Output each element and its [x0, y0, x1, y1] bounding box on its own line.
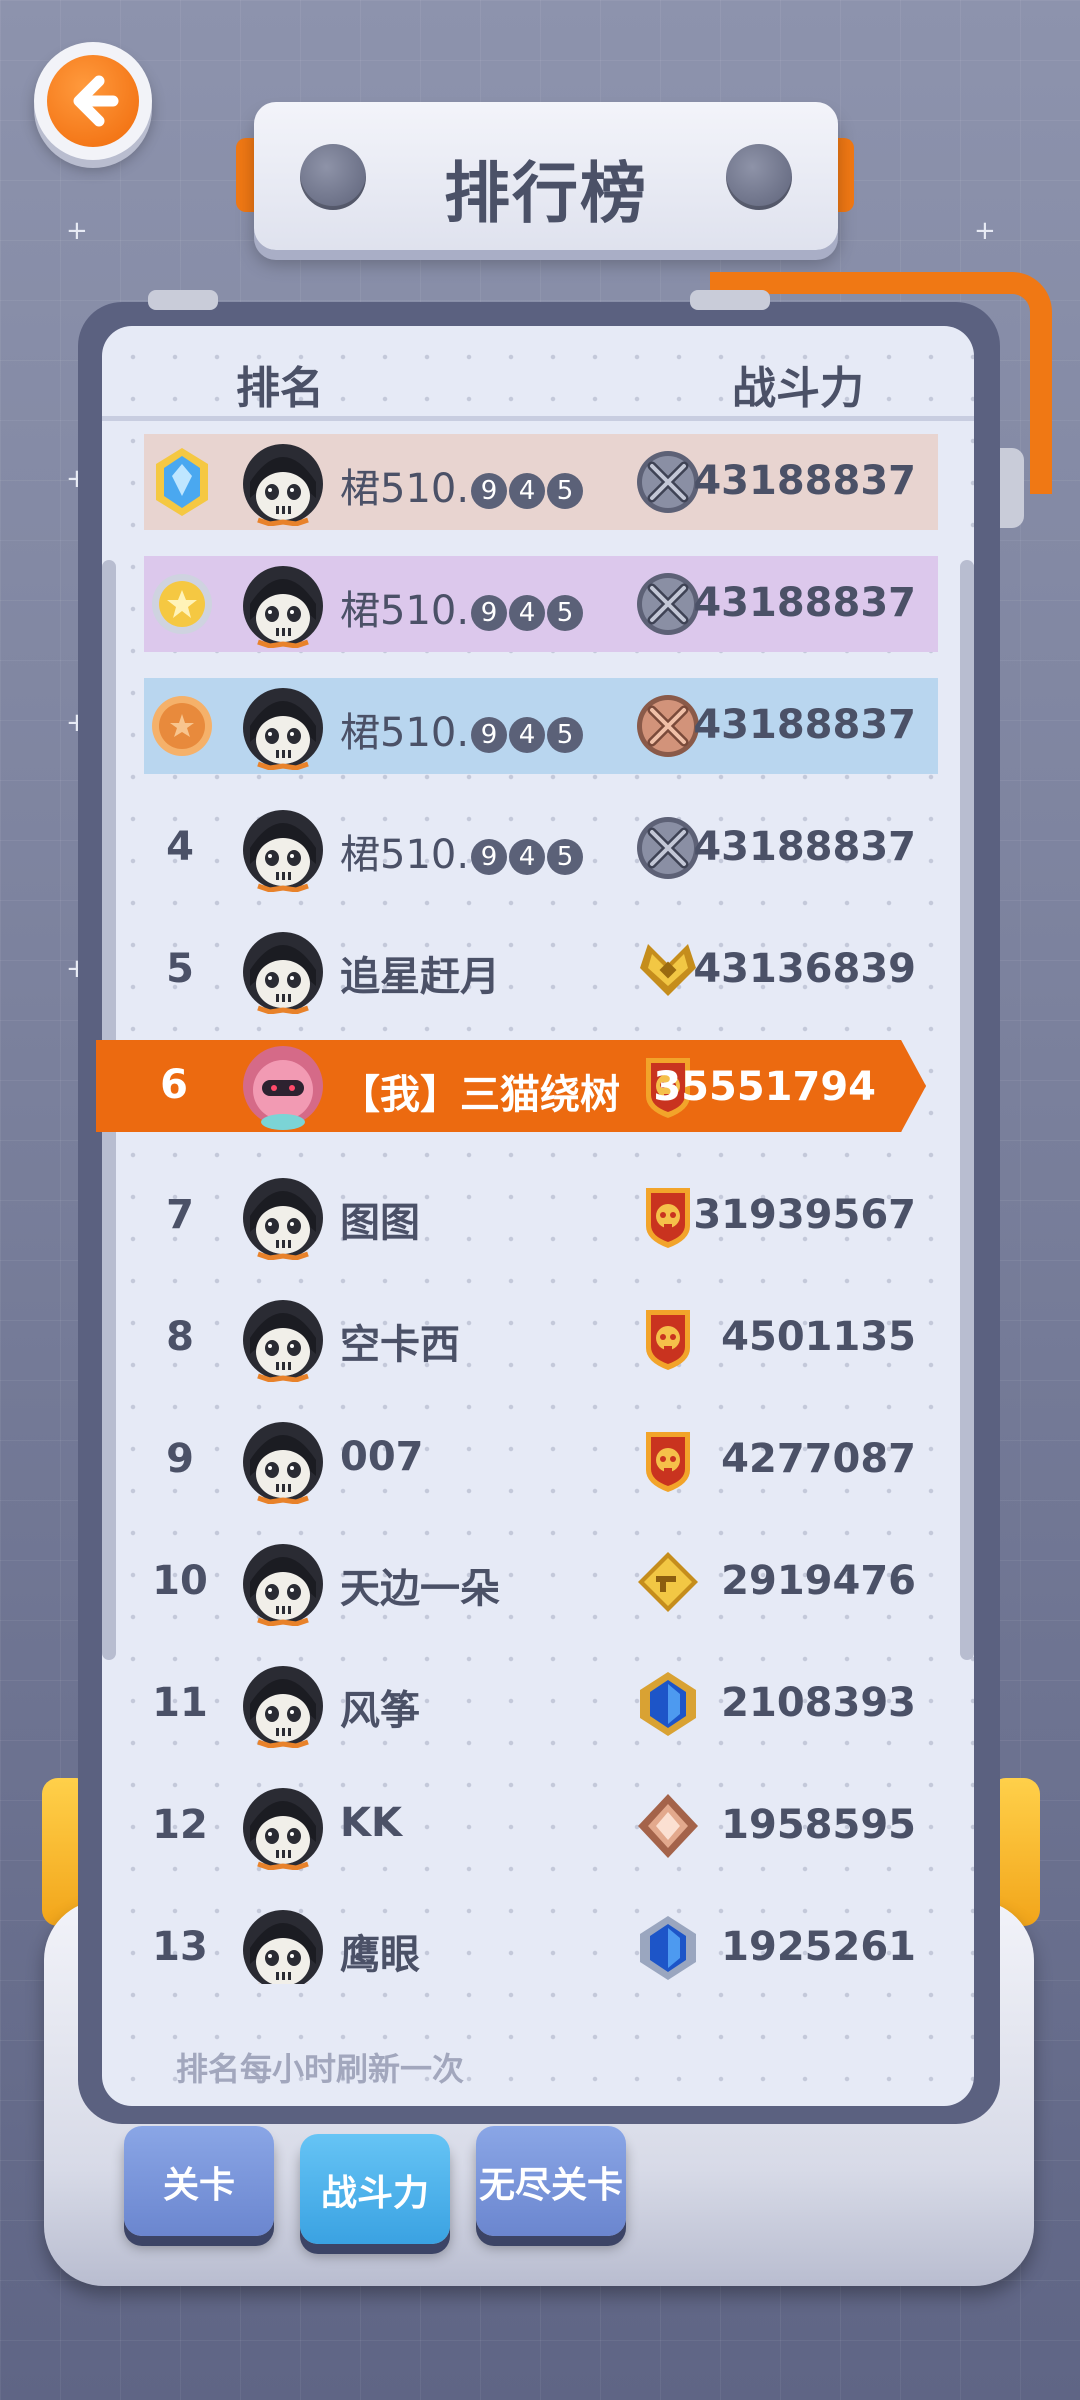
power-value: 43188837: [693, 580, 916, 626]
tab-stages[interactable]: 关卡: [124, 2126, 274, 2236]
title-plate: 排行榜: [254, 102, 838, 250]
power-value: 31939567: [693, 1192, 916, 1238]
skull-avatar: [240, 926, 326, 1014]
player-name: 风筝: [340, 1688, 420, 1734]
back-arrow-icon: [47, 55, 139, 147]
tab-power[interactable]: 战斗力: [300, 2134, 450, 2244]
skull-avatar: [240, 682, 326, 770]
silver-blue-gem-icon: [632, 1912, 704, 1984]
rank-number: 11: [152, 1680, 208, 1726]
frame-tab: [148, 290, 218, 310]
header-divider: [102, 416, 974, 421]
skull-avatar: [240, 1782, 326, 1870]
column-header-power: 战斗力: [732, 363, 864, 414]
skull-avatar: [240, 560, 326, 648]
player-name: 追星赶月: [340, 954, 500, 1000]
rank-number: 10: [152, 1558, 208, 1604]
gold-diamond-icon: [632, 1546, 704, 1618]
skull-avatar: [240, 438, 326, 526]
skull-shield-icon: [632, 1302, 704, 1374]
skull-avatar: [240, 1172, 326, 1260]
power-value: 1925261: [721, 1924, 916, 1970]
power-value: 43188837: [693, 824, 916, 870]
skull-avatar: [240, 1294, 326, 1382]
sparkle-icon: +: [974, 216, 996, 246]
power-value: 2919476: [721, 1558, 916, 1604]
player-name: 鹰眼: [340, 1932, 420, 1978]
table-row[interactable]: 12 KK 1958595: [144, 1778, 938, 1874]
power-value: 35551794: [653, 1064, 876, 1110]
skull-shield-icon: [632, 1424, 704, 1496]
column-header-rank: 排名: [236, 363, 324, 414]
rank-number: 6: [160, 1062, 188, 1108]
table-row[interactable]: 13 鹰眼 1925261: [144, 1900, 938, 1984]
power-value: 43188837: [693, 458, 916, 504]
blue-gem-gold-icon: [632, 1668, 704, 1740]
table-row[interactable]: 11 风筝 2108393: [144, 1656, 938, 1752]
table-row[interactable]: 10 天边一朵 2919476: [144, 1534, 938, 1630]
table-row[interactable]: 4 桾510. 9 4 5 43188837: [144, 800, 938, 896]
player-name: 图图: [340, 1200, 420, 1246]
power-value: 4277087: [721, 1436, 916, 1482]
power-value: 43136839: [693, 946, 916, 992]
rank-3-bronze-badge-icon: [148, 688, 216, 764]
rank-number: 12: [152, 1802, 208, 1848]
table-row[interactable]: 桾510. 9 4 5 43188837: [144, 556, 938, 652]
table-row[interactable]: 7 图图 31939567: [144, 1168, 938, 1264]
player-name: 空卡西: [340, 1322, 460, 1368]
refresh-note: 排名每小时刷新一次: [176, 2050, 465, 2088]
my-avatar: [240, 1042, 326, 1130]
skull-avatar: [240, 1904, 326, 1984]
rank-1-diamond-badge-icon: [148, 444, 216, 520]
table-row[interactable]: 5 追星赶月 43136839: [144, 922, 938, 1018]
rank-number: 9: [166, 1436, 194, 1482]
rank-number: 13: [152, 1924, 208, 1970]
skull-avatar: [240, 1660, 326, 1748]
power-value: 1958595: [721, 1802, 916, 1848]
player-name: 桾510. 9 4 5: [340, 578, 584, 636]
tab-endless-stages[interactable]: 无尽关卡: [476, 2126, 626, 2236]
bronze-gem-icon: [632, 1790, 704, 1862]
back-button[interactable]: [34, 42, 152, 160]
rank-2-star-badge-icon: [148, 566, 216, 642]
page-title: 排行榜: [444, 155, 648, 232]
player-name: 【我】三猫绕树: [340, 1072, 620, 1118]
rank-number: 4: [166, 824, 194, 870]
player-name: KK: [340, 1800, 402, 1846]
skull-avatar: [240, 804, 326, 892]
scroll-rail-right[interactable]: [960, 560, 974, 1660]
player-name: 桾510. 9 4 5: [340, 456, 584, 514]
power-value: 43188837: [693, 702, 916, 748]
skull-avatar: [240, 1538, 326, 1626]
table-row[interactable]: 8 空卡西 4501135: [144, 1290, 938, 1386]
rank-number: 5: [166, 946, 194, 992]
rank-number: 8: [166, 1314, 194, 1360]
my-rank-row[interactable]: 6 【我】三猫绕树 35551794: [96, 1040, 926, 1132]
table-row[interactable]: 桾510. 9 4 5 43188837: [144, 678, 938, 774]
power-value: 4501135: [721, 1314, 916, 1360]
power-value: 2108393: [721, 1680, 916, 1726]
rank-number: 7: [166, 1192, 194, 1238]
player-name: 007: [340, 1434, 424, 1480]
sparkle-icon: +: [66, 216, 88, 246]
table-row[interactable]: 9 007 4277087: [144, 1412, 938, 1508]
skull-avatar: [240, 1416, 326, 1504]
player-name: 桾510. 9 4 5: [340, 700, 584, 758]
player-name: 桾510. 9 4 5: [340, 822, 584, 880]
player-name: 天边一朵: [340, 1566, 500, 1612]
frame-tab: [690, 290, 770, 310]
table-row[interactable]: 桾510. 9 4 5 43188837: [144, 434, 938, 530]
